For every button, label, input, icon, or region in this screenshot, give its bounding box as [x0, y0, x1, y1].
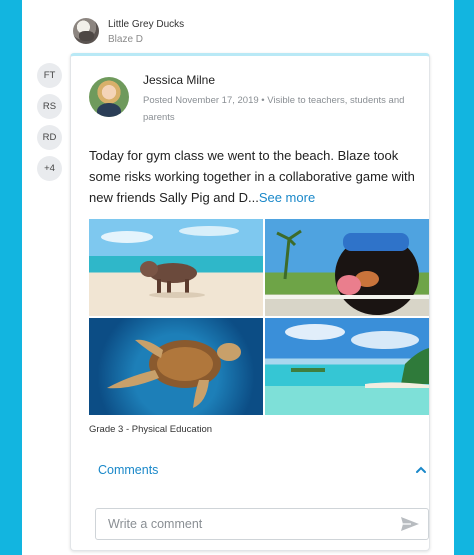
page: Little Grey Ducks Blaze D FT RS RD +4 Je…: [22, 0, 454, 555]
post-body: Today for gym class we went to the beach…: [89, 145, 421, 208]
class-name: Little Grey Ducks: [108, 19, 185, 30]
post-card: Jessica Milne Posted November 17, 2019 •…: [70, 53, 430, 551]
student-name: Blaze D: [108, 34, 144, 45]
recipient-chip[interactable]: RS: [37, 94, 62, 119]
photo-sea-turtle[interactable]: [89, 318, 263, 415]
author-name[interactable]: Jessica Milne: [143, 73, 215, 87]
more-vertical-icon[interactable]: [429, 74, 430, 90]
see-more-link[interactable]: See more: [259, 190, 315, 205]
send-icon[interactable]: [400, 516, 420, 532]
photo-dog-with-goggles[interactable]: [265, 219, 429, 316]
photo-tropical-beach[interactable]: [265, 318, 429, 415]
post-text: Today for gym class we went to the beach…: [89, 148, 415, 205]
recipient-chip[interactable]: FT: [37, 63, 62, 88]
photo-gallery: [89, 219, 429, 415]
recipient-more-chip[interactable]: +4: [37, 156, 62, 181]
class-avatar: [73, 18, 99, 44]
author-avatar[interactable]: [89, 77, 129, 117]
comment-box: [95, 508, 429, 540]
post-meta: Posted November 17, 2019 • Visible to te…: [143, 95, 405, 123]
comments-toggle[interactable]: Comments: [98, 463, 158, 477]
comment-input[interactable]: [96, 509, 410, 539]
class-header[interactable]: Little Grey Ducks Blaze D: [73, 16, 273, 48]
post-tag[interactable]: Grade 3 - Physical Education: [89, 424, 212, 435]
photo-pig-on-beach[interactable]: [89, 219, 263, 316]
chevron-up-icon[interactable]: [414, 463, 428, 477]
recipient-chip[interactable]: RD: [37, 125, 62, 150]
recipient-chips: FT RS RD +4: [37, 63, 63, 187]
